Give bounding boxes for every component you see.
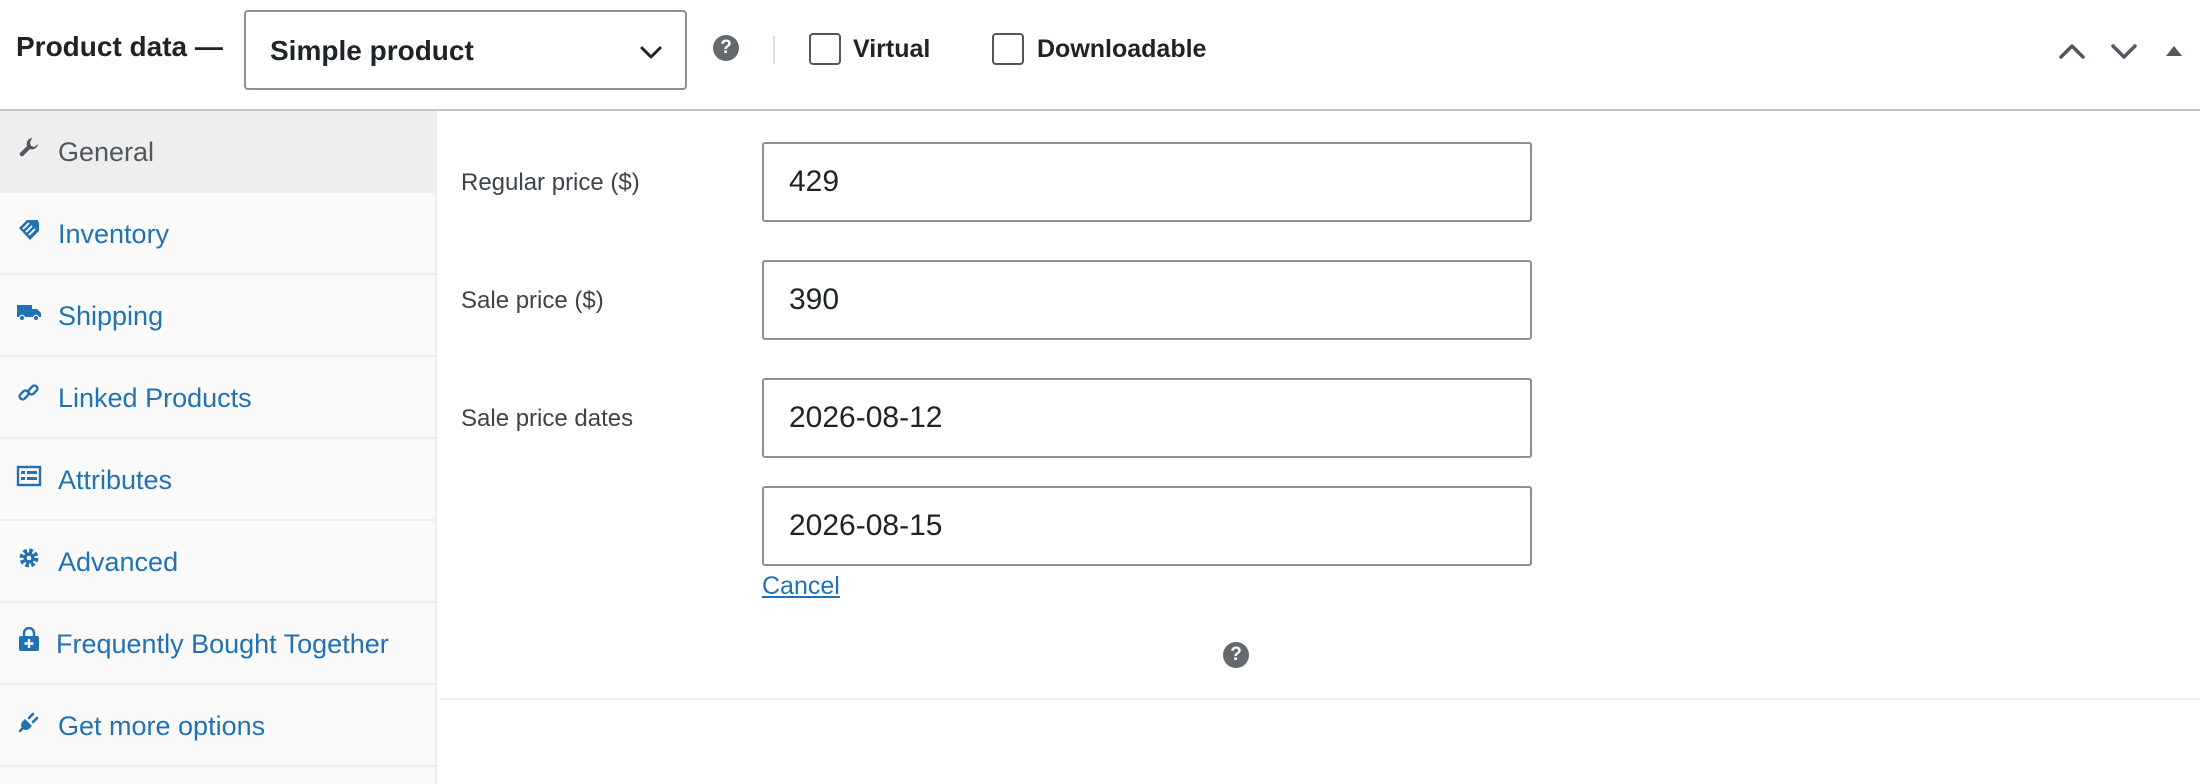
tab-inventory-label: Inventory <box>58 219 170 249</box>
general-panel: Regular price ($) Sale price ($) Sale pr… <box>439 111 2200 700</box>
product-data-header: Product data — Simple product ? Virtual … <box>0 0 2200 111</box>
move-down-icon[interactable] <box>2107 36 2141 66</box>
list-card-icon <box>16 465 42 487</box>
product-data-tabs: General Inventory Shipping Linked Produc… <box>0 111 437 784</box>
sale-price-dates-label: Sale price dates <box>461 405 634 432</box>
tab-get-more-options[interactable]: Get more options <box>0 685 435 767</box>
gear-icon <box>19 548 39 568</box>
downloadable-checkbox[interactable] <box>992 33 1024 65</box>
link-icon <box>18 384 39 401</box>
tab-linked-products-label: Linked Products <box>58 383 252 413</box>
cancel-schedule-link[interactable]: Cancel <box>762 572 840 601</box>
tab-frequently-bought-together-label: Frequently Bought Together <box>56 629 389 659</box>
sale-price-label: Sale price ($) <box>461 287 604 314</box>
header-divider <box>773 36 775 64</box>
move-up-icon[interactable] <box>2055 36 2089 66</box>
downloadable-label[interactable]: Downloadable <box>1037 35 1206 64</box>
tab-linked-products[interactable]: Linked Products <box>0 357 435 439</box>
help-icon[interactable]: ? <box>1223 642 1249 668</box>
sale-price-input[interactable] <box>762 260 1532 340</box>
regular-price-input[interactable] <box>762 142 1532 222</box>
wrench-icon <box>19 138 38 157</box>
tab-general[interactable]: General <box>0 111 435 193</box>
shopping-bag-plus-icon <box>19 627 39 651</box>
help-icon[interactable]: ? <box>713 35 739 61</box>
virtual-label[interactable]: Virtual <box>853 35 930 64</box>
tab-inventory[interactable]: Inventory <box>0 193 435 275</box>
tab-get-more-options-label: Get more options <box>58 711 266 741</box>
tab-advanced-label: Advanced <box>58 547 179 577</box>
chevron-down-icon <box>640 46 662 59</box>
product-data-title: Product data — <box>16 31 223 62</box>
tag-icon <box>19 220 39 240</box>
sale-price-date-to-input[interactable] <box>762 486 1532 566</box>
tab-attributes-label: Attributes <box>58 465 173 495</box>
tab-advanced[interactable]: Advanced <box>0 521 435 603</box>
sale-price-date-from-input[interactable] <box>762 378 1532 458</box>
virtual-checkbox[interactable] <box>809 33 841 65</box>
tab-attributes[interactable]: Attributes <box>0 439 435 521</box>
product-type-value: Simple product <box>270 35 474 66</box>
tab-shipping[interactable]: Shipping <box>0 275 435 357</box>
tab-frequently-bought-together[interactable]: Frequently Bought Together <box>0 603 435 685</box>
tab-general-label: General <box>58 137 155 167</box>
plugin-icon <box>18 712 39 733</box>
truck-icon <box>17 305 41 322</box>
product-type-select[interactable]: Simple product <box>244 10 687 90</box>
regular-price-label: Regular price ($) <box>461 169 640 196</box>
toggle-panel-icon[interactable] <box>2160 36 2188 66</box>
tab-shipping-label: Shipping <box>58 301 164 331</box>
